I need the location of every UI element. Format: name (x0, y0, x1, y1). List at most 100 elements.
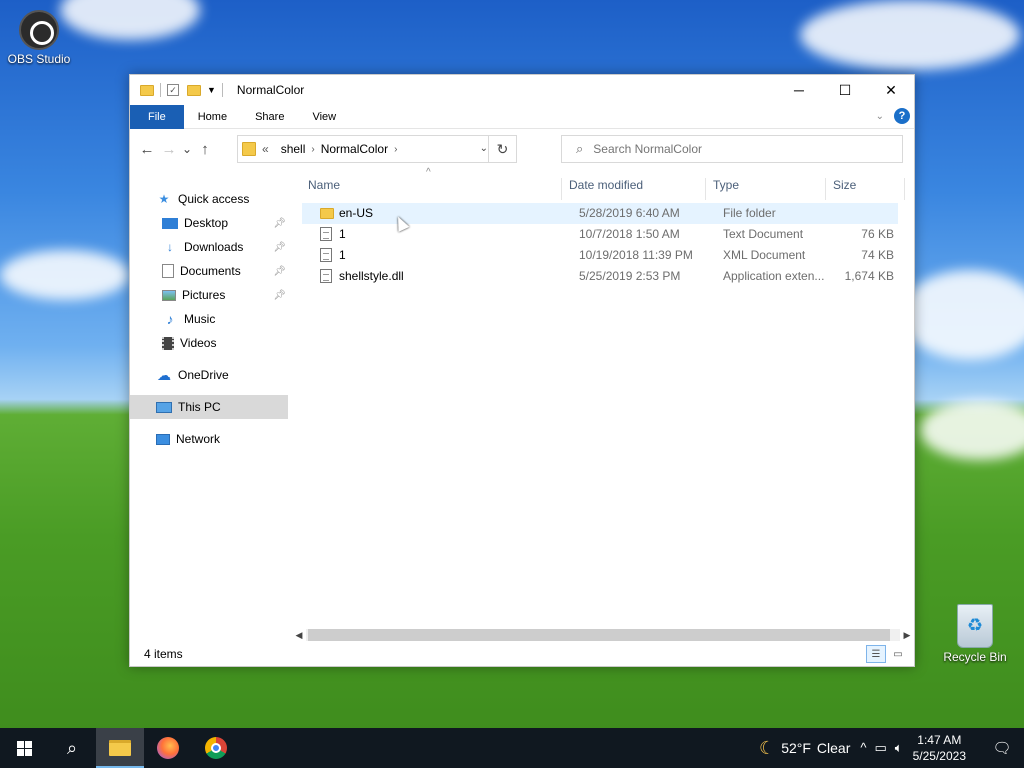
pin-icon[interactable]: 📌︎ (273, 242, 286, 253)
file-type: Application exten... (723, 269, 825, 283)
desktop-icon-obs[interactable]: OBS Studio (4, 10, 74, 66)
taskbar-file-explorer[interactable] (96, 728, 144, 768)
clock-time: 1:47 AM (917, 733, 962, 747)
sidebar-item-documents[interactable]: Documents 📌︎ (130, 259, 288, 283)
search-button[interactable]: ⌕ (48, 728, 96, 768)
sidebar-item-quick-access[interactable]: ★ Quick access (130, 187, 288, 211)
table-row[interactable]: shellstyle.dll 5/25/2019 2:53 PM Applica… (302, 266, 898, 287)
properties-icon[interactable]: ✓ (167, 84, 179, 96)
minimize-button[interactable]: ─ (776, 75, 822, 105)
sidebar-item-this-pc[interactable]: This PC (130, 395, 288, 419)
chevron-right-icon[interactable]: › (311, 144, 314, 155)
taskbar-chrome[interactable] (192, 728, 240, 768)
column-header-size[interactable]: Size (827, 178, 905, 200)
table-row[interactable]: 1 10/7/2018 1:50 AM Text Document 76 KB (302, 224, 898, 245)
sidebar-item-label: OneDrive (178, 368, 229, 382)
chrome-icon (205, 737, 227, 759)
taskbar-firefox[interactable] (144, 728, 192, 768)
sidebar-item-label: Quick access (178, 192, 250, 206)
sidebar-item-desktop[interactable]: Desktop 📌︎ (130, 211, 288, 235)
address-dropdown-icon[interactable]: ⌄ (480, 143, 488, 154)
status-bar: 4 items ☰ ▭ (130, 642, 914, 666)
scroll-right-icon[interactable]: ▶ (900, 630, 914, 641)
file-name: en-US (339, 206, 374, 220)
breadcrumb-normalcolor[interactable]: NormalColor (321, 142, 388, 156)
maximize-button[interactable]: ☐ (822, 75, 868, 105)
scrollbar-track[interactable] (306, 629, 900, 641)
tab-home[interactable]: Home (184, 105, 241, 129)
forward-button[interactable]: → (158, 138, 180, 160)
item-count: 4 items (144, 647, 183, 661)
details-view-button[interactable]: ☰ (866, 645, 886, 663)
videos-icon (162, 336, 174, 350)
desktop-icon-label: Recycle Bin (943, 650, 1007, 664)
sidebar-item-music[interactable]: ♪ Music (130, 307, 288, 331)
column-header-date-modified[interactable]: Date modified (563, 178, 706, 200)
address-bar[interactable]: « shell › NormalColor › ⌄ ↻ (237, 135, 517, 163)
sidebar-item-onedrive[interactable]: ☁ OneDrive (130, 363, 288, 387)
show-hidden-icons-icon[interactable]: ^ (860, 740, 866, 756)
pictures-icon (162, 289, 176, 301)
refresh-button[interactable]: ↻ (488, 136, 516, 162)
title-bar[interactable]: ✓ ▼ NormalColor ─ ☐ ✕ (130, 75, 914, 105)
documents-icon (162, 264, 174, 278)
column-headers: ^ Name Date modified Type Size (292, 167, 914, 200)
chevron-right-icon[interactable]: › (394, 144, 397, 155)
quick-access-toolbar-dropdown[interactable]: ▼ (207, 85, 216, 95)
scroll-left-icon[interactable]: ◀ (292, 630, 306, 641)
tab-share[interactable]: Share (241, 105, 298, 129)
breadcrumb-shell[interactable]: shell (281, 142, 306, 156)
pin-icon[interactable]: 📌︎ (273, 290, 286, 301)
network-icon[interactable]: ▭ (875, 740, 887, 756)
music-icon: ♪ (166, 311, 174, 327)
table-row[interactable]: en-US 5/28/2019 6:40 AM File folder (302, 203, 898, 224)
column-header-name[interactable]: Name (302, 178, 562, 200)
weather-widget[interactable]: ☾ 52°F Clear (759, 738, 850, 759)
back-button[interactable]: ← (136, 138, 158, 160)
volume-icon[interactable]: 🔈︎ (895, 740, 903, 756)
tab-view[interactable]: View (298, 105, 350, 129)
sidebar-item-label: Desktop (184, 216, 229, 230)
sidebar-item-downloads[interactable]: ↓ Downloads 📌︎ (130, 235, 288, 259)
new-folder-icon[interactable] (187, 84, 201, 96)
help-icon[interactable]: ? (894, 108, 910, 124)
sidebar-item-label: Network (176, 432, 221, 446)
sidebar-item-network[interactable]: Network (130, 427, 288, 451)
close-button[interactable]: ✕ (868, 75, 914, 105)
weather-condition: Clear (816, 740, 851, 756)
expand-ribbon-icon[interactable]: ⌄ (876, 111, 884, 122)
file-explorer-icon (109, 740, 131, 756)
recent-locations-button[interactable]: ⌄ (180, 138, 194, 160)
breadcrumb-overflow[interactable]: « (262, 142, 269, 156)
file-size: 76 KB (861, 227, 894, 241)
obs-icon (19, 10, 59, 50)
pin-icon[interactable]: 📌︎ (273, 266, 286, 277)
search-box[interactable]: ⌕ (561, 135, 903, 163)
file-name: shellstyle.dll (339, 269, 404, 283)
dll-file-icon (320, 269, 332, 283)
clock-date: 5/25/2023 (912, 749, 966, 763)
file-date: 5/28/2019 6:40 AM (579, 206, 680, 220)
taskbar: ⌕ ☾ 52°F Clear ^ ▭ 🔈︎ 1:47 AM 5/25/2023 … (0, 728, 1024, 768)
large-icons-view-button[interactable]: ▭ (888, 645, 908, 663)
up-button[interactable]: ↑ (194, 138, 216, 160)
pin-icon[interactable]: 📌︎ (273, 218, 286, 229)
folder-icon (140, 84, 154, 96)
desktop-icon-recycle-bin[interactable]: Recycle Bin (940, 604, 1010, 664)
tab-file[interactable]: File (130, 104, 184, 129)
file-type: XML Document (723, 248, 806, 262)
sidebar-item-videos[interactable]: Videos (130, 331, 288, 355)
horizontal-scrollbar[interactable]: ◀ ▶ (292, 627, 914, 643)
table-row[interactable]: 1 10/19/2018 11:39 PM XML Document 74 KB (302, 245, 898, 266)
notification-center-icon[interactable]: 🗨︎ (980, 739, 1024, 757)
clock[interactable]: 1:47 AM 5/25/2023 (913, 732, 966, 764)
folder-icon (320, 208, 334, 219)
sort-ascending-icon: ^ (426, 167, 431, 178)
scrollbar-thumb[interactable] (308, 629, 890, 641)
folder-icon (242, 142, 256, 156)
search-input[interactable] (593, 142, 874, 156)
column-header-type[interactable]: Type (707, 178, 826, 200)
divider (221, 83, 223, 97)
start-button[interactable] (0, 728, 48, 768)
sidebar-item-pictures[interactable]: Pictures 📌︎ (130, 283, 288, 307)
